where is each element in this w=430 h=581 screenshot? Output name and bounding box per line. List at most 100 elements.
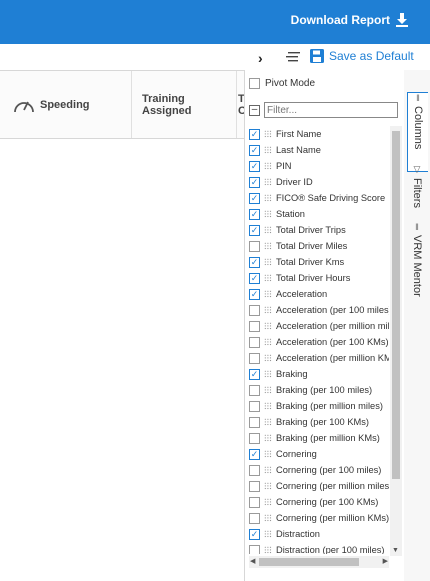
column-checkbox[interactable]: ✓ — [249, 128, 260, 140]
drag-handle-icon[interactable] — [264, 402, 272, 410]
column-checkbox[interactable]: ✓ — [249, 192, 260, 204]
column-list-item[interactable]: ✓ Driver ID — [249, 174, 389, 190]
drag-handle-icon[interactable] — [264, 370, 272, 378]
drag-handle-icon[interactable] — [264, 354, 272, 362]
column-list-item[interactable]: ✓ Station — [249, 206, 389, 222]
column-checkbox[interactable]: ✓ — [249, 368, 260, 380]
column-list-item[interactable]: ✓ Total Driver Hours — [249, 270, 389, 286]
column-list-item[interactable]: ✓ PIN — [249, 158, 389, 174]
column-list-item[interactable]: Distraction (per 100 miles) — [249, 542, 389, 554]
menu-lines-icon[interactable] — [286, 52, 300, 62]
column-header-speeding[interactable]: Speeding — [12, 71, 130, 138]
column-list-item[interactable]: Acceleration (per 100 KMs) — [249, 334, 389, 350]
column-list-item[interactable]: Cornering (per 100 KMs) — [249, 494, 389, 510]
column-checkbox[interactable] — [249, 352, 260, 364]
column-checkbox[interactable] — [249, 304, 260, 316]
column-list-item[interactable]: Braking (per million miles) — [249, 398, 389, 414]
column-checkbox[interactable]: ✓ — [249, 176, 260, 188]
column-checkbox[interactable]: ✓ — [249, 528, 260, 540]
column-list-item[interactable]: ✓ Acceleration — [249, 286, 389, 302]
column-checkbox[interactable] — [249, 496, 260, 508]
drag-handle-icon[interactable] — [264, 514, 272, 522]
column-list-item[interactable]: ✓ Braking — [249, 366, 389, 382]
drag-handle-icon[interactable] — [264, 162, 272, 170]
drag-handle-icon[interactable] — [264, 258, 272, 266]
column-filter-input[interactable] — [264, 102, 398, 118]
column-list-item[interactable]: Cornering (per million KMs) — [249, 510, 389, 526]
column-checkbox[interactable]: ✓ — [249, 224, 260, 236]
drag-handle-icon[interactable] — [264, 274, 272, 282]
download-report-button[interactable]: Download Report — [291, 13, 408, 27]
column-list-item[interactable]: ✓ FICO® Safe Driving Score — [249, 190, 389, 206]
drag-handle-icon[interactable] — [264, 322, 272, 330]
column-list-item[interactable]: ✓ First Name — [249, 126, 389, 142]
drag-handle-icon[interactable] — [264, 450, 272, 458]
vertical-scroll-thumb[interactable] — [392, 131, 400, 479]
drag-handle-icon[interactable] — [264, 130, 272, 138]
column-checkbox[interactable] — [249, 384, 260, 396]
drag-handle-icon[interactable] — [264, 418, 272, 426]
column-list-item[interactable]: ✓ Cornering — [249, 446, 389, 462]
drag-handle-icon[interactable] — [264, 210, 272, 218]
drag-handle-icon[interactable] — [264, 498, 272, 506]
column-checkbox[interactable] — [249, 432, 260, 444]
column-list-item[interactable]: ✓ Last Name — [249, 142, 389, 158]
drag-handle-icon[interactable] — [264, 306, 272, 314]
column-checkbox[interactable]: ✓ — [249, 256, 260, 268]
scroll-left-arrow-icon[interactable]: ◀ — [250, 557, 255, 565]
pivot-mode-checkbox[interactable] — [249, 78, 260, 89]
column-list-item[interactable]: Acceleration (per 100 miles) — [249, 302, 389, 318]
column-list-item[interactable]: Braking (per 100 miles) — [249, 382, 389, 398]
pivot-mode-toggle[interactable]: Pivot Mode — [249, 78, 315, 89]
save-as-default-button[interactable]: Save as Default — [310, 49, 414, 63]
drag-handle-icon[interactable] — [264, 386, 272, 394]
column-list-item[interactable]: Cornering (per 100 miles) — [249, 462, 389, 478]
chevron-right-icon[interactable]: › — [258, 50, 263, 66]
column-checkbox[interactable] — [249, 320, 260, 332]
tab-filters[interactable]: ▽ Filters — [407, 164, 427, 224]
drag-handle-icon[interactable] — [264, 546, 272, 554]
scroll-right-arrow-icon[interactable]: ▶ — [383, 557, 388, 565]
drag-handle-icon[interactable] — [264, 226, 272, 234]
drag-handle-icon[interactable] — [264, 434, 272, 442]
column-list-vertical-scrollbar[interactable]: ▼ — [390, 126, 402, 556]
column-list-item[interactable]: Total Driver Miles — [249, 238, 389, 254]
column-checkbox[interactable] — [249, 336, 260, 348]
drag-handle-icon[interactable] — [264, 482, 272, 490]
column-list-item[interactable]: ✓ Total Driver Kms — [249, 254, 389, 270]
column-checkbox[interactable] — [249, 464, 260, 476]
column-list-item[interactable]: ✓ Total Driver Trips — [249, 222, 389, 238]
tab-vrm-mentor[interactable]: ‖ VRM Mentor — [407, 222, 427, 302]
column-list-item[interactable]: Acceleration (per million miles) — [249, 318, 389, 334]
column-list-item[interactable]: Braking (per 100 KMs) — [249, 414, 389, 430]
column-checkbox[interactable] — [249, 416, 260, 428]
column-list-item[interactable]: ✓ Distraction — [249, 526, 389, 542]
drag-handle-icon[interactable] — [264, 466, 272, 474]
column-list-item[interactable]: Acceleration (per million KMs) — [249, 350, 389, 366]
drag-handle-icon[interactable] — [264, 194, 272, 202]
column-checkbox[interactable]: ✓ — [249, 288, 260, 300]
column-list-item[interactable]: Braking (per million KMs) — [249, 430, 389, 446]
column-header-training-assigned[interactable]: Training Assigned — [131, 71, 242, 138]
column-checkbox[interactable] — [249, 240, 260, 252]
drag-handle-icon[interactable] — [264, 178, 272, 186]
scroll-down-arrow-icon[interactable]: ▼ — [392, 547, 399, 554]
column-list-horizontal-scrollbar[interactable]: ◀ ▶ — [249, 556, 389, 568]
drag-handle-icon[interactable] — [264, 530, 272, 538]
column-checkbox[interactable]: ✓ — [249, 144, 260, 156]
column-checkbox[interactable] — [249, 544, 260, 554]
column-checkbox[interactable]: ✓ — [249, 208, 260, 220]
column-checkbox[interactable]: ✓ — [249, 160, 260, 172]
column-checkbox[interactable] — [249, 400, 260, 412]
column-list-item[interactable]: Cornering (per million miles) — [249, 478, 389, 494]
column-checkbox[interactable] — [249, 512, 260, 524]
drag-handle-icon[interactable] — [264, 146, 272, 154]
column-checkbox[interactable]: ✓ — [249, 448, 260, 460]
drag-handle-icon[interactable] — [264, 242, 272, 250]
select-all-checkbox[interactable]: – — [249, 104, 260, 116]
drag-handle-icon[interactable] — [264, 338, 272, 346]
horizontal-scroll-thumb[interactable] — [259, 558, 359, 566]
tab-columns[interactable]: ‖ Columns — [407, 92, 428, 172]
column-checkbox[interactable]: ✓ — [249, 272, 260, 284]
column-checkbox[interactable] — [249, 480, 260, 492]
